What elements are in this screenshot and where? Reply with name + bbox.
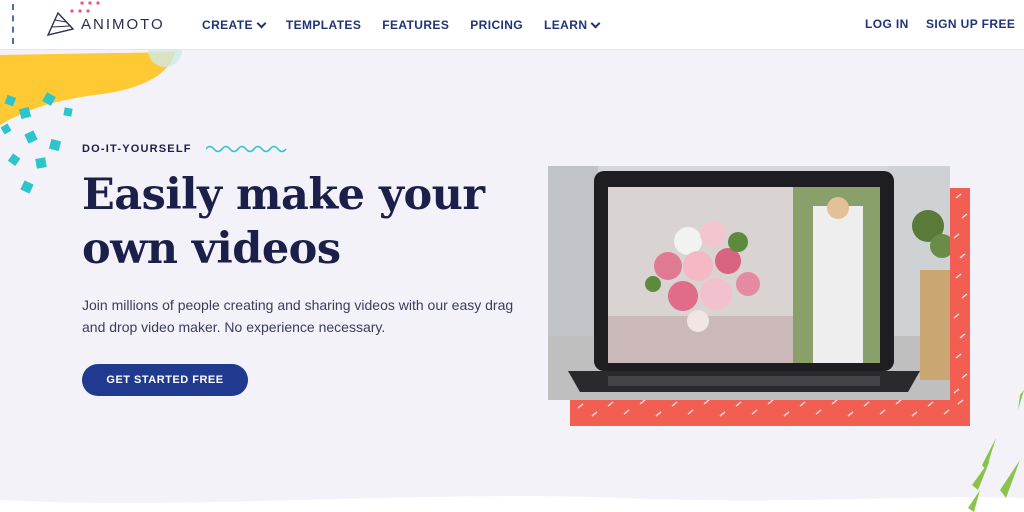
chevron-down-icon [590,18,601,28]
primary-nav-links: CREATE TEMPLATES FEATURES PRICING LEARN [202,0,601,50]
chevron-down-icon [256,18,267,28]
logo-text: ANIMOTO [81,15,165,33]
nav-learn[interactable]: LEARN [544,18,601,32]
decorative-grass-right [968,390,1024,512]
nav-features-label: FEATURES [382,18,450,32]
dashed-edge-decoration [0,4,14,44]
nav-create-label: CREATE [202,18,253,32]
login-link[interactable]: LOG IN [865,17,909,31]
nav-templates-label: TEMPLATES [285,18,362,32]
nav-pricing-label: PRICING [470,18,524,32]
decorative-dots-top [70,1,100,13]
nav-features[interactable]: FEATURES [382,18,449,32]
hero-image [548,166,950,400]
get-started-button[interactable]: GET STARTED FREE [82,364,248,396]
top-navigation: ANIMOTO CREATE TEMPLATES FEATURES PRICIN… [0,0,1024,50]
signup-link[interactable]: SIGN UP FREE [926,17,1015,31]
squiggle-line-icon [205,145,287,153]
nav-create[interactable]: CREATE [202,18,267,32]
hero-body: Join millions of people creating and sha… [82,297,514,335]
bottom-wave [0,496,1024,512]
nav-templates[interactable]: TEMPLATES [286,18,361,32]
headline-line-2: own videos [82,224,341,274]
nav-learn-label: LEARN [544,18,588,32]
nav-pricing[interactable]: PRICING [470,18,523,32]
